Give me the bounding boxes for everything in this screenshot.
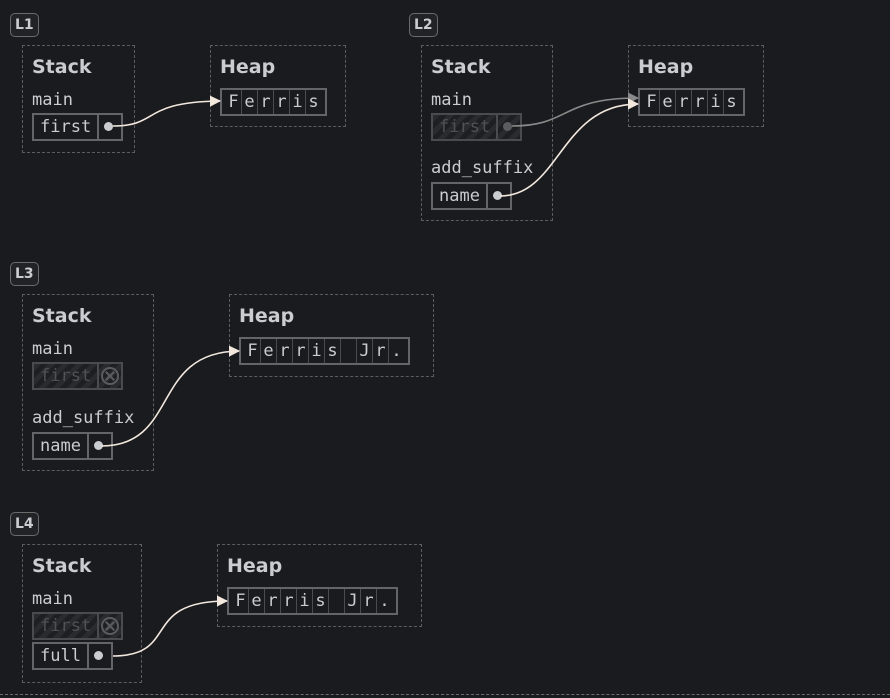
heap-char: e (261, 339, 277, 363)
stack-region: Stack main first add_suffix name (22, 294, 154, 471)
heap-char: r (361, 589, 377, 613)
frame-name-main: main (32, 339, 73, 359)
heap-title: Heap (227, 555, 283, 577)
heap-char: r (293, 339, 309, 363)
heap-char: r (258, 90, 274, 114)
stack-title: Stack (32, 56, 92, 78)
variable-name-param: name (431, 182, 512, 210)
variable-first-moved: first (431, 113, 523, 141)
invalid-x-icon (101, 617, 120, 635)
step-label-l1: L1 (10, 13, 39, 37)
heap-title: Heap (220, 56, 276, 78)
stack-region: Stack main first (22, 45, 135, 153)
heap-char: s (726, 92, 737, 112)
heap-char: r (274, 90, 290, 114)
frame-name-main: main (431, 90, 472, 110)
heap-char: J (345, 589, 361, 613)
stack-title: Stack (32, 305, 92, 327)
stack-region: Stack main first add_suffix name (421, 45, 553, 221)
variable-name: first (439, 117, 491, 137)
heap-char: i (309, 339, 325, 363)
heap-char: i (297, 589, 313, 613)
variable-name: first (40, 616, 92, 636)
variable-first-invalid: first (32, 362, 124, 390)
heap-char: . (379, 591, 390, 611)
heap-char: r (676, 90, 692, 114)
variable-name: name (439, 186, 480, 206)
pointer-slot (496, 115, 520, 139)
stack-title: Stack (32, 555, 92, 577)
pointer-slot (97, 364, 121, 388)
frame-name-add-suffix: add_suffix (32, 408, 135, 428)
heap-char (341, 339, 357, 363)
heap-char: s (325, 339, 341, 363)
heap-char: F (233, 589, 249, 613)
heap-char: r (265, 589, 281, 613)
heap-title: Heap (638, 56, 694, 78)
variable-name-param: name (32, 432, 113, 460)
frame-name-add-suffix: add_suffix (431, 158, 534, 178)
pointer-slot (97, 115, 121, 139)
heap-region: Heap F e r r i s (628, 45, 764, 127)
heap-char: . (391, 341, 402, 361)
invalid-x-icon (101, 367, 120, 385)
heap-string: F e r r i s J r . (239, 337, 410, 365)
pointer-slot (97, 614, 121, 638)
heap-title: Heap (239, 305, 295, 327)
variable-first-invalid: first (32, 612, 124, 640)
stack-region: Stack main first full (22, 544, 142, 683)
variable-name: name (40, 436, 81, 456)
pointer-dot-icon (93, 441, 103, 450)
heap-region: Heap F e r r i s J r . (217, 544, 422, 627)
heap-char: r (277, 339, 293, 363)
heap-string: F e r r i s (220, 88, 327, 116)
heap-char: r (373, 339, 389, 363)
heap-char: F (644, 90, 660, 114)
pointer-dot-icon (93, 651, 103, 660)
heap-region: Heap F e r r i s J r . (229, 294, 434, 377)
pointer-slot (485, 184, 510, 208)
pointer-slot (86, 644, 111, 668)
heap-char: i (290, 90, 306, 114)
heap-char: s (308, 92, 319, 112)
heap-char: r (692, 90, 708, 114)
heap-char: e (249, 589, 265, 613)
variable-name: first (40, 366, 92, 386)
heap-string: F e r r i s J r . (227, 587, 398, 615)
heap-string: F e r r i s (638, 88, 745, 116)
variable-full: full (32, 642, 113, 670)
step-label-l4: L4 (10, 512, 39, 536)
heap-char (329, 589, 345, 613)
pointer-dot-icon (104, 122, 114, 131)
stack-title: Stack (431, 56, 491, 78)
variable-first: first (32, 113, 124, 141)
variable-name: full (40, 646, 81, 666)
step-label-l3: L3 (10, 262, 39, 286)
heap-char: r (281, 589, 297, 613)
frame-name-main: main (32, 90, 73, 110)
pointer-dot-icon (492, 191, 502, 200)
heap-char: e (242, 90, 258, 114)
pointer-dot-icon (503, 122, 513, 131)
heap-char: s (313, 589, 329, 613)
frame-name-main: main (32, 589, 73, 609)
heap-char: F (245, 339, 261, 363)
heap-char: i (708, 90, 724, 114)
heap-char: J (357, 339, 373, 363)
heap-char: F (226, 90, 242, 114)
variable-name: first (40, 117, 92, 137)
heap-char: e (660, 90, 676, 114)
pointer-slot (86, 434, 111, 458)
bottom-border (0, 694, 890, 695)
heap-region: Heap F e r r i s (210, 45, 346, 127)
step-label-l2: L2 (409, 13, 438, 37)
